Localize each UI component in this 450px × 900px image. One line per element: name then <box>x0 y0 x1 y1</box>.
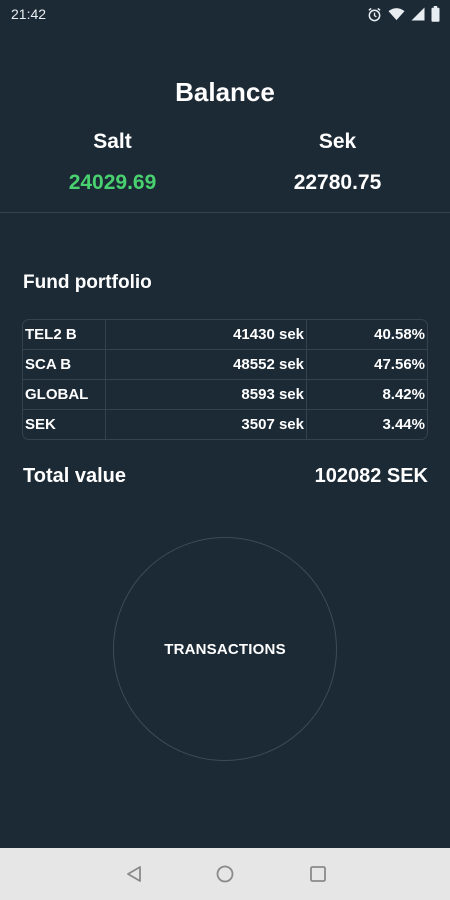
divider <box>0 212 450 213</box>
sek-value: 22780.75 <box>293 171 382 194</box>
fund-amount: 3507 sek <box>106 410 307 439</box>
fund-name: SCA B <box>23 350 106 379</box>
transactions-button[interactable]: TRANSACTIONS <box>113 537 337 761</box>
battery-icon <box>431 6 440 22</box>
total-value-label: Total value <box>23 465 126 487</box>
balance-title: Balance <box>175 77 275 107</box>
table-row: SEK 3507 sek 3.44% <box>23 410 427 439</box>
back-icon[interactable] <box>124 864 144 884</box>
total-value-row: Total value 102082 SEK <box>23 465 428 493</box>
table-row: TEL2 B 41430 sek 40.58% <box>23 320 427 350</box>
system-nav-bar <box>0 848 450 900</box>
recents-icon[interactable] <box>308 864 328 884</box>
sek-balance: Sek 22780.75 <box>225 130 450 195</box>
alarm-icon <box>367 7 382 22</box>
fund-name: SEK <box>23 410 106 439</box>
home-icon[interactable] <box>215 864 235 884</box>
fund-amount: 8593 sek <box>106 380 307 409</box>
table-row: SCA B 48552 sek 47.56% <box>23 350 427 380</box>
fund-percent: 40.58% <box>374 326 425 343</box>
salt-balance: Salt 24029.69 <box>0 130 225 195</box>
wifi-icon <box>388 7 405 21</box>
status-bar: 21:42 <box>0 0 450 28</box>
status-time: 21:42 <box>11 6 47 22</box>
fund-percent: 47.56% <box>374 356 425 373</box>
salt-value: 24029.69 <box>68 171 157 194</box>
transactions-button-label: TRANSACTIONS <box>164 640 286 658</box>
total-value-amount: 102082 SEK <box>314 465 428 487</box>
fund-name: GLOBAL <box>23 380 106 409</box>
app-screen: 21:42 Balance Salt 24029.69 Sek 22780.75… <box>0 0 450 900</box>
fund-amount: 48552 sek <box>106 350 307 379</box>
fund-percent: 8.42% <box>382 386 425 403</box>
fund-portfolio-table: TEL2 B 41430 sek 40.58% SCA B 48552 sek … <box>22 319 428 440</box>
table-row: GLOBAL 8593 sek 8.42% <box>23 380 427 410</box>
fund-amount: 41430 sek <box>106 320 307 349</box>
status-icons <box>367 5 440 23</box>
fund-portfolio-title: Fund portfolio <box>23 272 152 293</box>
salt-label: Salt <box>93 130 132 153</box>
signal-icon <box>411 7 425 21</box>
sek-label: Sek <box>318 130 357 153</box>
fund-name: TEL2 B <box>23 320 106 349</box>
fund-percent: 3.44% <box>382 416 425 433</box>
